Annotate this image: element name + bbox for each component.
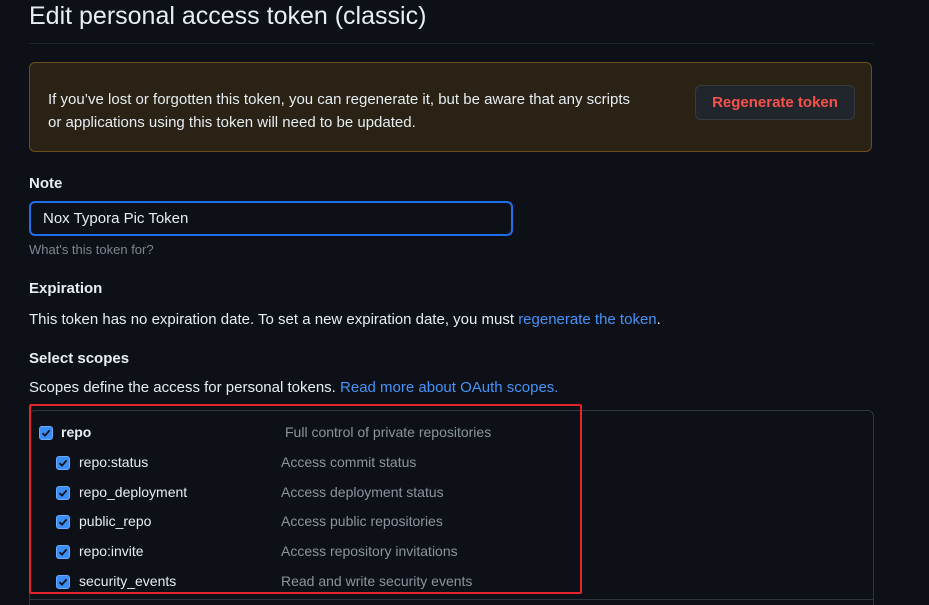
- note-label: Note: [29, 175, 63, 192]
- edit-token-page: Edit personal access token (classic) If …: [0, 0, 929, 605]
- check-icon: [58, 578, 68, 586]
- scope-checkbox-public-repo[interactable]: [56, 515, 70, 529]
- scope-name: public_repo: [79, 513, 152, 529]
- scope-checkbox-security-events[interactable]: [56, 575, 70, 589]
- scope-description: Full control of private repositories: [285, 424, 492, 440]
- scopes-message: Scopes define the access for personal to…: [29, 379, 341, 396]
- scope-row-repo: repo Full control of private repositorie…: [0, 424, 600, 446]
- check-icon: [58, 489, 68, 497]
- note-input[interactable]: [29, 201, 513, 236]
- scope-description: Read and write security events: [281, 573, 473, 589]
- scope-name: repo_deployment: [79, 484, 188, 500]
- scope-checkbox-repo-status[interactable]: [56, 456, 70, 470]
- scope-name: repo: [61, 424, 92, 440]
- scope-name: security_events: [79, 573, 177, 589]
- check-icon: [58, 459, 68, 467]
- title-divider: [29, 43, 874, 44]
- scopes-label: Select scopes: [29, 350, 130, 367]
- scope-description: Access commit status: [281, 454, 417, 470]
- check-icon: [58, 518, 68, 526]
- scopes-group-divider: [29, 599, 874, 600]
- expiration-message: This token has no expiration date. To se…: [29, 311, 519, 328]
- scope-row-repo-deployment: repo_deployment Access deployment status: [0, 484, 600, 506]
- scope-row-security-events: security_events Read and write security …: [0, 573, 600, 595]
- scope-description: Access public repositories: [281, 513, 443, 529]
- page-title: Edit personal access token (classic): [29, 2, 427, 30]
- flash-message-line2: or applications using this token will ne…: [48, 114, 416, 131]
- check-icon: [41, 429, 51, 437]
- expiration-suffix: .: [656, 311, 661, 328]
- expiration-text: This token has no expiration date. To se…: [29, 311, 661, 328]
- scope-description: Access repository invitations: [281, 543, 458, 559]
- scope-checkbox-repo-deployment[interactable]: [56, 486, 70, 500]
- scope-description: Access deployment status: [281, 484, 444, 500]
- scope-name: repo:invite: [79, 543, 144, 559]
- flash-message: If you’ve lost or forgotten this token, …: [48, 88, 688, 134]
- scope-row-repo-status: repo:status Access commit status: [0, 454, 600, 476]
- note-hint: What's this token for?: [29, 242, 154, 257]
- expiration-label: Expiration: [29, 280, 103, 297]
- scope-row-repo-invite: repo:invite Access repository invitation…: [0, 543, 600, 565]
- regenerate-token-button[interactable]: Regenerate token: [695, 85, 855, 120]
- scope-name: repo:status: [79, 454, 149, 470]
- regenerate-warning-flash: If you’ve lost or forgotten this token, …: [29, 62, 872, 152]
- scopes-text: Scopes define the access for personal to…: [29, 379, 558, 396]
- scope-checkbox-repo[interactable]: [39, 426, 53, 440]
- check-icon: [58, 548, 68, 556]
- flash-message-line1: If you’ve lost or forgotten this token, …: [48, 91, 630, 108]
- oauth-scopes-link[interactable]: Read more about OAuth scopes.: [340, 379, 558, 396]
- scope-checkbox-repo-invite[interactable]: [56, 545, 70, 559]
- regenerate-token-link[interactable]: regenerate the token: [518, 311, 656, 328]
- scope-row-public-repo: public_repo Access public repositories: [0, 513, 600, 535]
